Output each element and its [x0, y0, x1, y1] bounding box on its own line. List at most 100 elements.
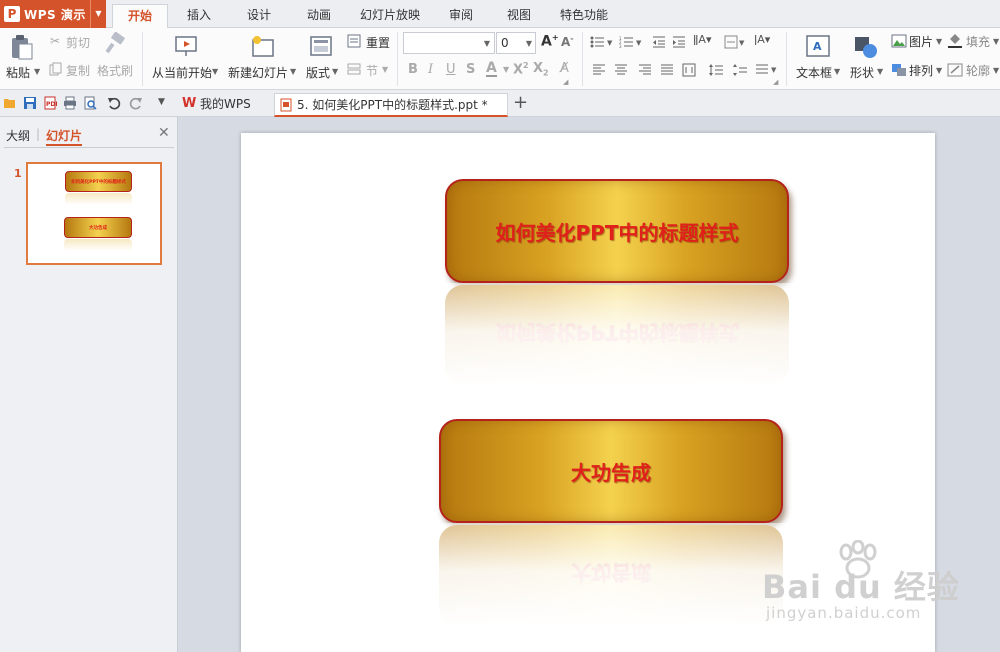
picture-dropdown-icon[interactable]: ▼ — [936, 37, 942, 46]
tab-view[interactable]: 视图 — [494, 4, 544, 28]
watermark-brand: Bai du 经验 — [762, 568, 960, 606]
new-slide-dropdown-icon[interactable]: ▼ — [290, 67, 296, 76]
font-name-dropdown-icon[interactable]: ▼ — [484, 39, 490, 48]
font-size-dropdown-icon[interactable]: ▼ — [526, 39, 532, 48]
tab-animation[interactable]: 动画 — [294, 4, 344, 28]
tab-special-features[interactable]: 特色功能 — [552, 4, 616, 28]
app-dropdown-icon[interactable]: ▼ — [90, 0, 106, 28]
paste-button[interactable]: 粘贴 ▼ — [4, 30, 42, 86]
from-current-button[interactable]: 从当前开始 ▼ — [150, 30, 220, 86]
font-name-select[interactable]: ▼ — [403, 32, 495, 54]
watermark-url: jingyan.baidu.com — [766, 604, 922, 622]
tab-outline[interactable]: 大纲 — [6, 127, 30, 144]
line-spacing-icon[interactable] — [708, 63, 724, 77]
justify-icon[interactable] — [660, 64, 674, 76]
section-dropdown-icon[interactable]: ▼ — [382, 65, 388, 74]
redo-icon[interactable] — [129, 96, 143, 110]
from-current-dropdown-icon[interactable]: ▼ — [212, 67, 218, 76]
customize-quick-access-icon[interactable]: ▼ — [158, 97, 165, 107]
subtitle-shape[interactable]: 大功告成 — [439, 419, 783, 523]
arrange-dropdown-icon[interactable]: ▼ — [936, 66, 942, 75]
text-fit-icon[interactable]: ǀA▾ — [754, 33, 770, 46]
decrease-indent-icon[interactable] — [652, 35, 666, 49]
underline-icon[interactable]: U — [446, 62, 456, 77]
numbered-list-icon[interactable]: 123 ▼ — [619, 36, 643, 48]
slide-thumbnail[interactable]: 如何美化PPT中的标题样式 大功告成 — [26, 162, 162, 265]
textbox-label: 文本框 — [796, 66, 833, 80]
shape-button[interactable]: 形状 ▼ — [848, 30, 886, 86]
copy-button[interactable]: 复制 — [66, 62, 90, 79]
font-color-icon[interactable]: A — [486, 61, 497, 77]
shadow-text-icon[interactable]: S — [466, 62, 475, 77]
decrease-font-icon[interactable]: A- — [561, 34, 574, 49]
ribbon-separator — [786, 32, 787, 86]
font-size-select[interactable]: 0 ▼ — [496, 32, 536, 54]
increase-indent-icon[interactable] — [672, 35, 686, 49]
textbox-icon: A — [806, 35, 830, 57]
fill-dropdown-icon[interactable]: ▼ — [993, 37, 999, 46]
picture-button[interactable]: 图片 — [909, 33, 933, 50]
reset-button[interactable]: 重置 — [366, 34, 390, 51]
layout-dropdown-icon[interactable]: ▼ — [332, 67, 338, 76]
new-tab-plus-icon[interactable]: + — [513, 92, 528, 113]
tab-slides[interactable]: 幻灯片 — [46, 127, 83, 146]
arrange-button[interactable]: 排列 — [909, 62, 933, 79]
export-pdf-icon[interactable]: PDF — [43, 96, 57, 110]
slide-thumbnail-number: 1 — [14, 167, 22, 180]
tab-review[interactable]: 审阅 — [436, 4, 486, 28]
tab-design[interactable]: 设计 — [234, 4, 284, 28]
subscript-icon[interactable]: X2 — [533, 61, 549, 78]
textbox-button[interactable]: A 文本框 ▼ — [794, 30, 844, 86]
fill-button[interactable]: 填充 — [966, 33, 990, 50]
align-left-icon[interactable] — [592, 64, 606, 76]
clear-format-icon[interactable]: A̸ — [560, 61, 569, 76]
outline-dropdown-icon[interactable]: ▼ — [993, 66, 999, 75]
thumb-title-reflection — [65, 193, 132, 205]
svg-text:PDF: PDF — [46, 101, 57, 108]
text-direction-icon[interactable]: ǁA▾ — [693, 33, 711, 46]
thumb-title-text: 如何美化PPT中的标题样式 — [71, 179, 126, 185]
doc-tab-my-wps[interactable]: W 我的WPS — [178, 93, 274, 117]
tab-home[interactable]: 开始 — [112, 4, 168, 29]
outline-button[interactable]: 轮廓 — [966, 62, 990, 79]
bullet-list-icon[interactable]: ▼ — [590, 36, 614, 48]
superscript-icon[interactable]: X2 — [513, 61, 529, 77]
print-icon[interactable] — [63, 96, 77, 110]
distribute-icon[interactable] — [682, 63, 696, 77]
paragraph-dialog-launcher-icon[interactable]: ◢ — [773, 78, 778, 86]
scissors-icon: ✂ — [50, 34, 61, 48]
title-shape[interactable]: 如何美化PPT中的标题样式 — [445, 179, 789, 283]
print-preview-icon[interactable] — [83, 96, 97, 110]
font-color-dropdown-icon[interactable]: ▼ — [503, 65, 509, 74]
shape-dropdown-icon[interactable]: ▼ — [877, 67, 883, 76]
italic-icon[interactable]: I — [428, 62, 433, 77]
align-text-icon[interactable]: ▼ — [724, 35, 746, 49]
paste-dropdown-icon[interactable]: ▼ — [34, 67, 40, 76]
increase-font-icon[interactable]: A+ — [541, 33, 559, 50]
close-panel-icon[interactable]: ✕ — [158, 125, 170, 141]
subtitle-reflection-fade — [435, 523, 787, 629]
doc-tab-current-presentation[interactable]: 5. 如何美化PPT中的标题样式.ppt * — [274, 93, 508, 117]
save-icon[interactable] — [23, 96, 37, 110]
font-dialog-launcher-icon[interactable]: ◢ — [563, 78, 568, 86]
panel-tabs: 大纲 | 幻灯片 ✕ — [0, 117, 178, 149]
app-menu-button[interactable]: P WPS 演示 ▼ — [0, 0, 106, 28]
new-slide-icon — [252, 36, 274, 57]
textbox-dropdown-icon[interactable]: ▼ — [834, 67, 840, 76]
open-folder-icon[interactable] — [3, 96, 17, 110]
new-slide-button[interactable]: 新建幻灯片 ▼ — [228, 30, 300, 86]
undo-icon[interactable] — [107, 96, 121, 110]
cut-button[interactable]: 剪切 — [66, 34, 90, 51]
layout-button[interactable]: 版式 ▼ — [304, 30, 340, 86]
tab-insert[interactable]: 插入 — [174, 4, 224, 28]
paragraph-spacing-icon[interactable] — [732, 63, 748, 77]
bold-icon[interactable]: B — [408, 62, 418, 77]
align-right-icon[interactable] — [638, 64, 652, 76]
tab-slideshow[interactable]: 幻灯片放映 — [352, 4, 428, 28]
format-painter-button[interactable]: 格式刷 — [97, 62, 133, 79]
thumb-subtitle-box: 大功告成 — [64, 217, 132, 238]
section-button[interactable]: 节 — [366, 62, 378, 79]
align-center-icon[interactable] — [614, 64, 628, 76]
column-icon[interactable]: ▼ — [755, 63, 779, 77]
doc-tab-label: 我的WPS — [200, 97, 251, 111]
